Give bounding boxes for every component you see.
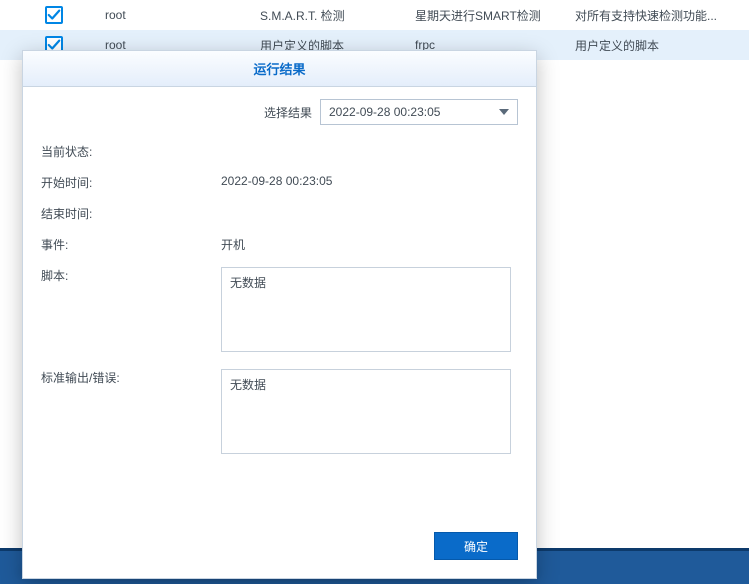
chevron-down-icon — [499, 109, 509, 115]
cell-col4: 用户定义的脚本 — [575, 37, 749, 54]
ok-button[interactable]: 确定 — [434, 532, 518, 560]
output-textarea-wrap: 无数据 — [221, 369, 511, 457]
cell-type: S.M.A.R.T. 检测 — [260, 7, 415, 24]
table-row[interactable]: root S.M.A.R.T. 检测 星期天进行SMART检测 对所有支持快速检… — [0, 0, 749, 30]
start-time-row: 开始时间: 2022-09-28 00:23:05 — [41, 174, 518, 191]
start-time-value: 2022-09-28 00:23:05 — [221, 174, 518, 188]
cell-col4: 对所有支持快速检测功能... — [575, 7, 749, 24]
dialog-body: 选择结果 2022-09-28 00:23:05 当前状态: 开始时间: 202… — [23, 87, 536, 578]
output-textarea[interactable]: 无数据 — [221, 369, 511, 454]
output-row: 标准输出/错误: 无数据 — [41, 369, 518, 457]
event-value: 开机 — [221, 236, 518, 253]
cell-user: root — [105, 8, 260, 22]
script-textarea[interactable]: 无数据 — [221, 267, 511, 352]
script-textarea-wrap: 无数据 — [221, 267, 511, 355]
checkbox-checked-icon[interactable] — [45, 6, 63, 24]
status-row: 当前状态: — [41, 143, 518, 160]
run-result-dialog: 运行结果 选择结果 2022-09-28 00:23:05 当前状态: 开始时间… — [22, 50, 537, 579]
dialog-title: 运行结果 — [23, 51, 536, 87]
end-time-label: 结束时间: — [41, 205, 221, 222]
end-time-row: 结束时间: — [41, 205, 518, 222]
event-row: 事件: 开机 — [41, 236, 518, 253]
select-result-dropdown[interactable]: 2022-09-28 00:23:05 — [320, 99, 518, 125]
select-result-row: 选择结果 2022-09-28 00:23:05 — [41, 99, 518, 125]
row-checkbox-cell[interactable] — [45, 6, 105, 24]
select-result-value: 2022-09-28 00:23:05 — [329, 105, 493, 119]
script-label: 脚本: — [41, 267, 221, 284]
select-result-label: 选择结果 — [264, 104, 312, 121]
event-label: 事件: — [41, 236, 221, 253]
start-time-label: 开始时间: — [41, 174, 221, 191]
status-label: 当前状态: — [41, 143, 221, 160]
output-label: 标准输出/错误: — [41, 369, 221, 386]
dialog-footer: 确定 — [41, 532, 518, 560]
cell-col3: 星期天进行SMART检测 — [415, 7, 575, 24]
script-row: 脚本: 无数据 — [41, 267, 518, 355]
